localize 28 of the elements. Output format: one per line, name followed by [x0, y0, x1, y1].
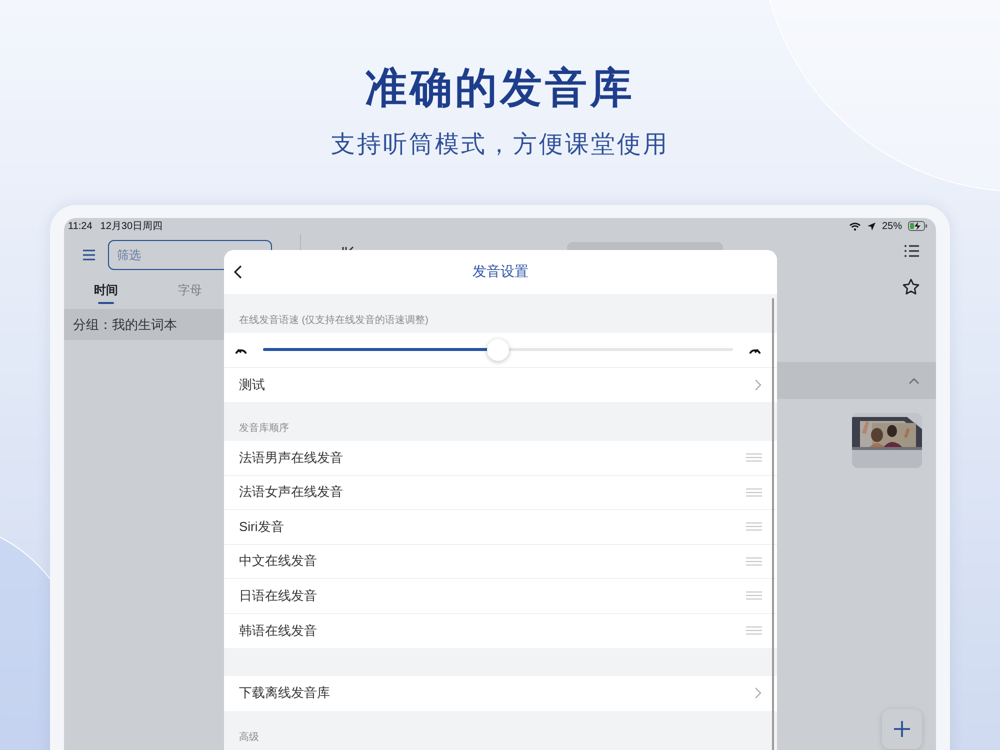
subheadline: 支持听筒模式，方便课堂使用 — [331, 130, 669, 160]
section-header: 发音库顺序 — [238, 422, 290, 436]
drag-handle-icon[interactable] — [746, 626, 762, 636]
section-header: 高级 — [238, 730, 260, 744]
drag-handle-icon[interactable] — [746, 488, 762, 497]
drag-handle-icon[interactable] — [746, 556, 762, 566]
location-arrow-icon — [866, 222, 876, 230]
drag-handle-icon[interactable] — [746, 453, 762, 462]
sheet-title: 发音设置 — [472, 263, 528, 281]
status-time: 11:24 — [68, 220, 92, 232]
list-icon[interactable] — [904, 244, 920, 258]
status-date: 12月30日周四 — [100, 220, 163, 233]
chevron-up-icon[interactable] — [908, 376, 920, 384]
headline: 准确的发音库 — [365, 63, 635, 113]
plus-icon — [893, 720, 911, 738]
drag-handle-icon[interactable] — [746, 591, 762, 600]
back-icon[interactable] — [233, 265, 243, 279]
add-button[interactable] — [882, 709, 922, 749]
sort-tab[interactable]: 时间 — [64, 282, 148, 304]
speed-slider[interactable] — [263, 338, 733, 362]
chevron-right-icon — [754, 378, 762, 391]
chevron-right-icon — [754, 687, 762, 700]
battery-charging-icon — [908, 221, 928, 231]
drag-handle-icon[interactable] — [746, 522, 762, 532]
menu-icon[interactable] — [82, 249, 96, 261]
battery-percent: 25% — [882, 220, 902, 232]
star-icon[interactable] — [902, 278, 920, 296]
wifi-icon — [848, 222, 861, 230]
